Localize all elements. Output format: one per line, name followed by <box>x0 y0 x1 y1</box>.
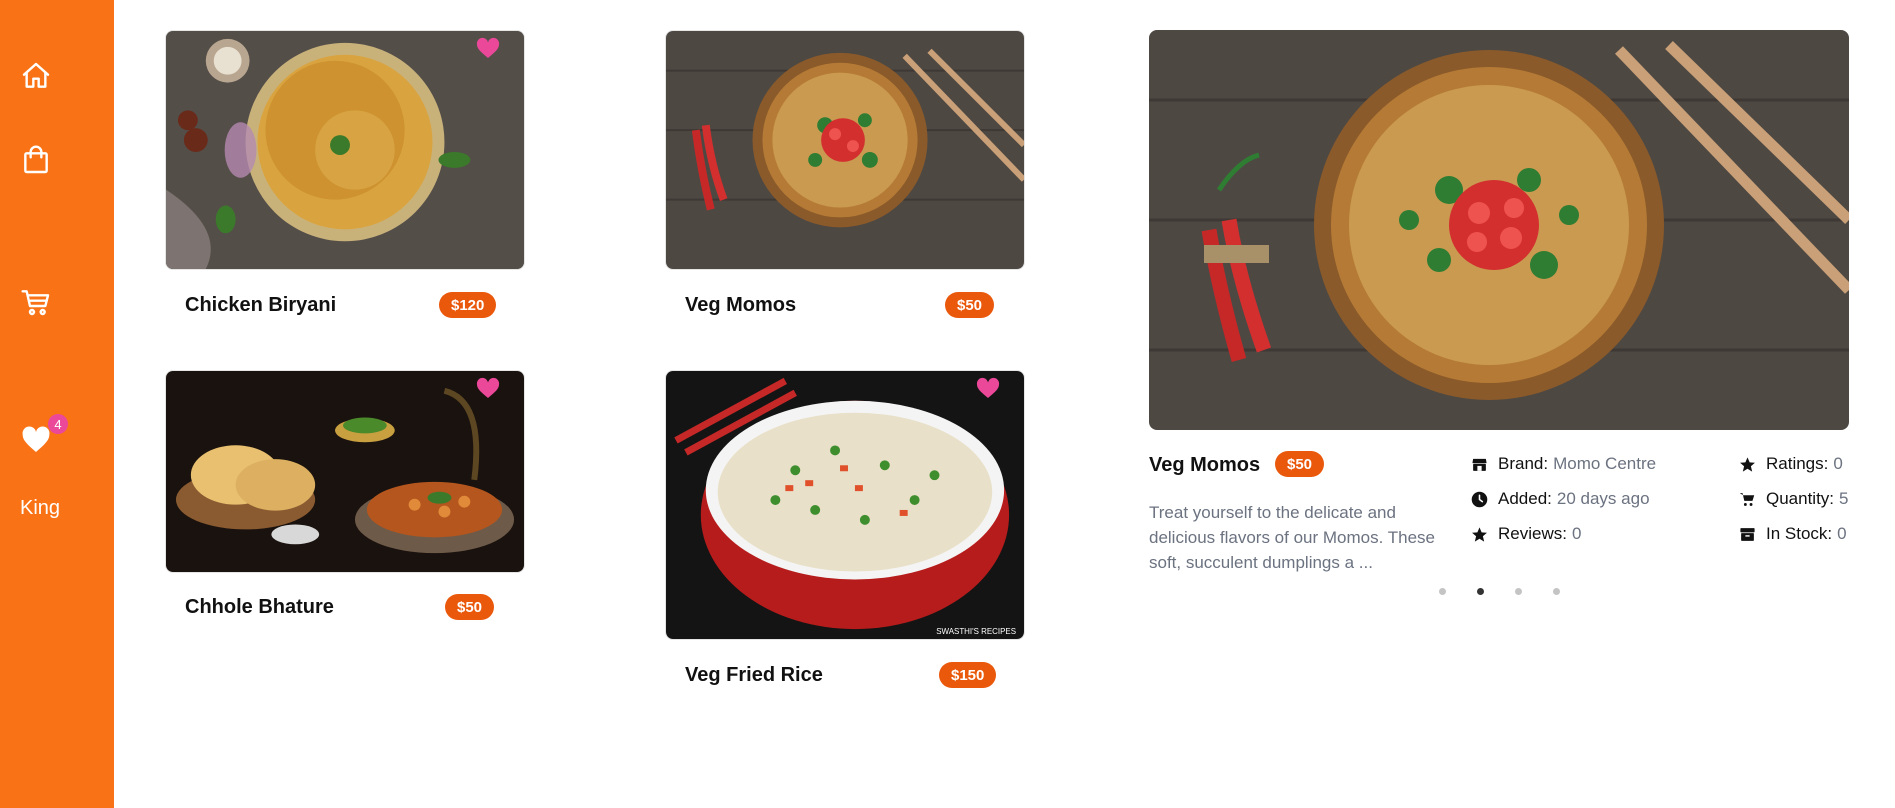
brand-row: Brand: Momo Centre <box>1471 454 1656 474</box>
product-image[interactable]: SWASTHI'S RECIPES <box>665 370 1025 640</box>
detail-description: Treat yourself to the delicate and delic… <box>1149 503 1435 572</box>
product-image[interactable] <box>165 370 525 573</box>
product-title[interactable]: Chicken Biryani <box>185 294 336 317</box>
product-image[interactable] <box>165 30 525 270</box>
added-label: Added: <box>1498 489 1552 508</box>
brand-label: Brand: <box>1498 454 1549 473</box>
favorite-heart-icon[interactable] <box>476 37 500 59</box>
price-badge: $50 <box>945 292 995 318</box>
product-card-chhole-bhature[interactable]: Chhole Bhature $50 <box>165 370 525 620</box>
stock-label: In Stock: <box>1766 524 1833 543</box>
ratings-label: Ratings: <box>1766 454 1829 473</box>
detail-noodles-photo <box>1149 30 1849 430</box>
reviews-value: 0 <box>1571 524 1582 543</box>
cart-icon <box>21 290 50 316</box>
product-image[interactable] <box>665 30 1025 270</box>
quantity-label: Quantity: <box>1766 489 1835 508</box>
star-icon <box>1740 456 1755 472</box>
fried-rice-photo: SWASTHI'S RECIPES <box>666 371 1024 639</box>
home-icon <box>22 62 50 88</box>
chhole-bhature-photo <box>166 371 524 572</box>
user-name[interactable]: King <box>20 497 60 520</box>
product-card-chicken-biryani[interactable]: Chicken Biryani $120 <box>165 30 525 318</box>
home-nav-button[interactable] <box>18 58 54 94</box>
product-title[interactable]: Veg Momos <box>685 294 796 317</box>
shop-nav-button[interactable] <box>18 142 54 178</box>
star-icon <box>1472 526 1487 542</box>
store-icon <box>1472 458 1487 471</box>
product-title[interactable]: Veg Fried Rice <box>685 664 823 687</box>
favorite-heart-icon[interactable] <box>476 377 500 399</box>
stock-value: 0 <box>1837 524 1847 543</box>
heart-icon <box>22 426 50 452</box>
carousel-dot-3[interactable] <box>1515 588 1522 595</box>
carousel-dot-1[interactable] <box>1439 588 1446 595</box>
ratings-value: 0 <box>1833 454 1843 473</box>
quantity-value: 5 <box>1839 489 1849 508</box>
detail-image[interactable] <box>1149 30 1849 430</box>
favorites-nav-button[interactable]: 4 <box>18 414 68 458</box>
added-row: Added: 20 days ago <box>1471 489 1650 509</box>
box-icon <box>1740 527 1755 541</box>
ratings-row: Ratings: 0 <box>1739 454 1843 474</box>
price-badge: $150 <box>939 662 997 688</box>
price-badge: $120 <box>439 292 497 318</box>
favorite-heart-icon[interactable] <box>976 377 1000 399</box>
price-badge: $50 <box>445 594 495 620</box>
cart-nav-button[interactable] <box>18 284 54 320</box>
clock-icon <box>1471 491 1488 507</box>
detail-price-badge: $50 <box>1275 451 1325 477</box>
added-value: 20 days ago <box>1556 489 1650 508</box>
sidebar: 4 King <box>0 0 114 808</box>
noodles-photo <box>666 31 1024 269</box>
product-card-veg-momos[interactable]: Veg Momos $50 <box>665 30 1025 318</box>
reviews-label: Reviews: <box>1498 524 1567 543</box>
favorites-count-badge: 4 <box>48 414 68 434</box>
quantity-row: Quantity: 5 <box>1739 489 1849 509</box>
stock-row: In Stock: 0 <box>1739 524 1847 544</box>
cart-icon <box>1739 492 1755 506</box>
carousel-dots <box>1439 588 1591 595</box>
product-title[interactable]: Chhole Bhature <box>185 596 334 619</box>
carousel-dot-2[interactable] <box>1477 588 1484 595</box>
detail-title: Veg Momos <box>1149 454 1261 476</box>
reviews-row: Reviews: 0 <box>1471 524 1581 544</box>
product-detail-panel: Veg Momos $50 Treat yourself to the deli… <box>1149 30 1849 595</box>
biryani-photo <box>166 31 524 269</box>
watermark-text: SWASTHI'S RECIPES <box>936 627 1016 636</box>
product-card-veg-fried-rice[interactable]: SWASTHI'S RECIPES Veg Fried Rice $150 <box>665 370 1025 688</box>
carousel-dot-4[interactable] <box>1553 588 1560 595</box>
shopping-bag-icon <box>24 145 48 174</box>
brand-value: Momo Centre <box>1553 454 1657 473</box>
